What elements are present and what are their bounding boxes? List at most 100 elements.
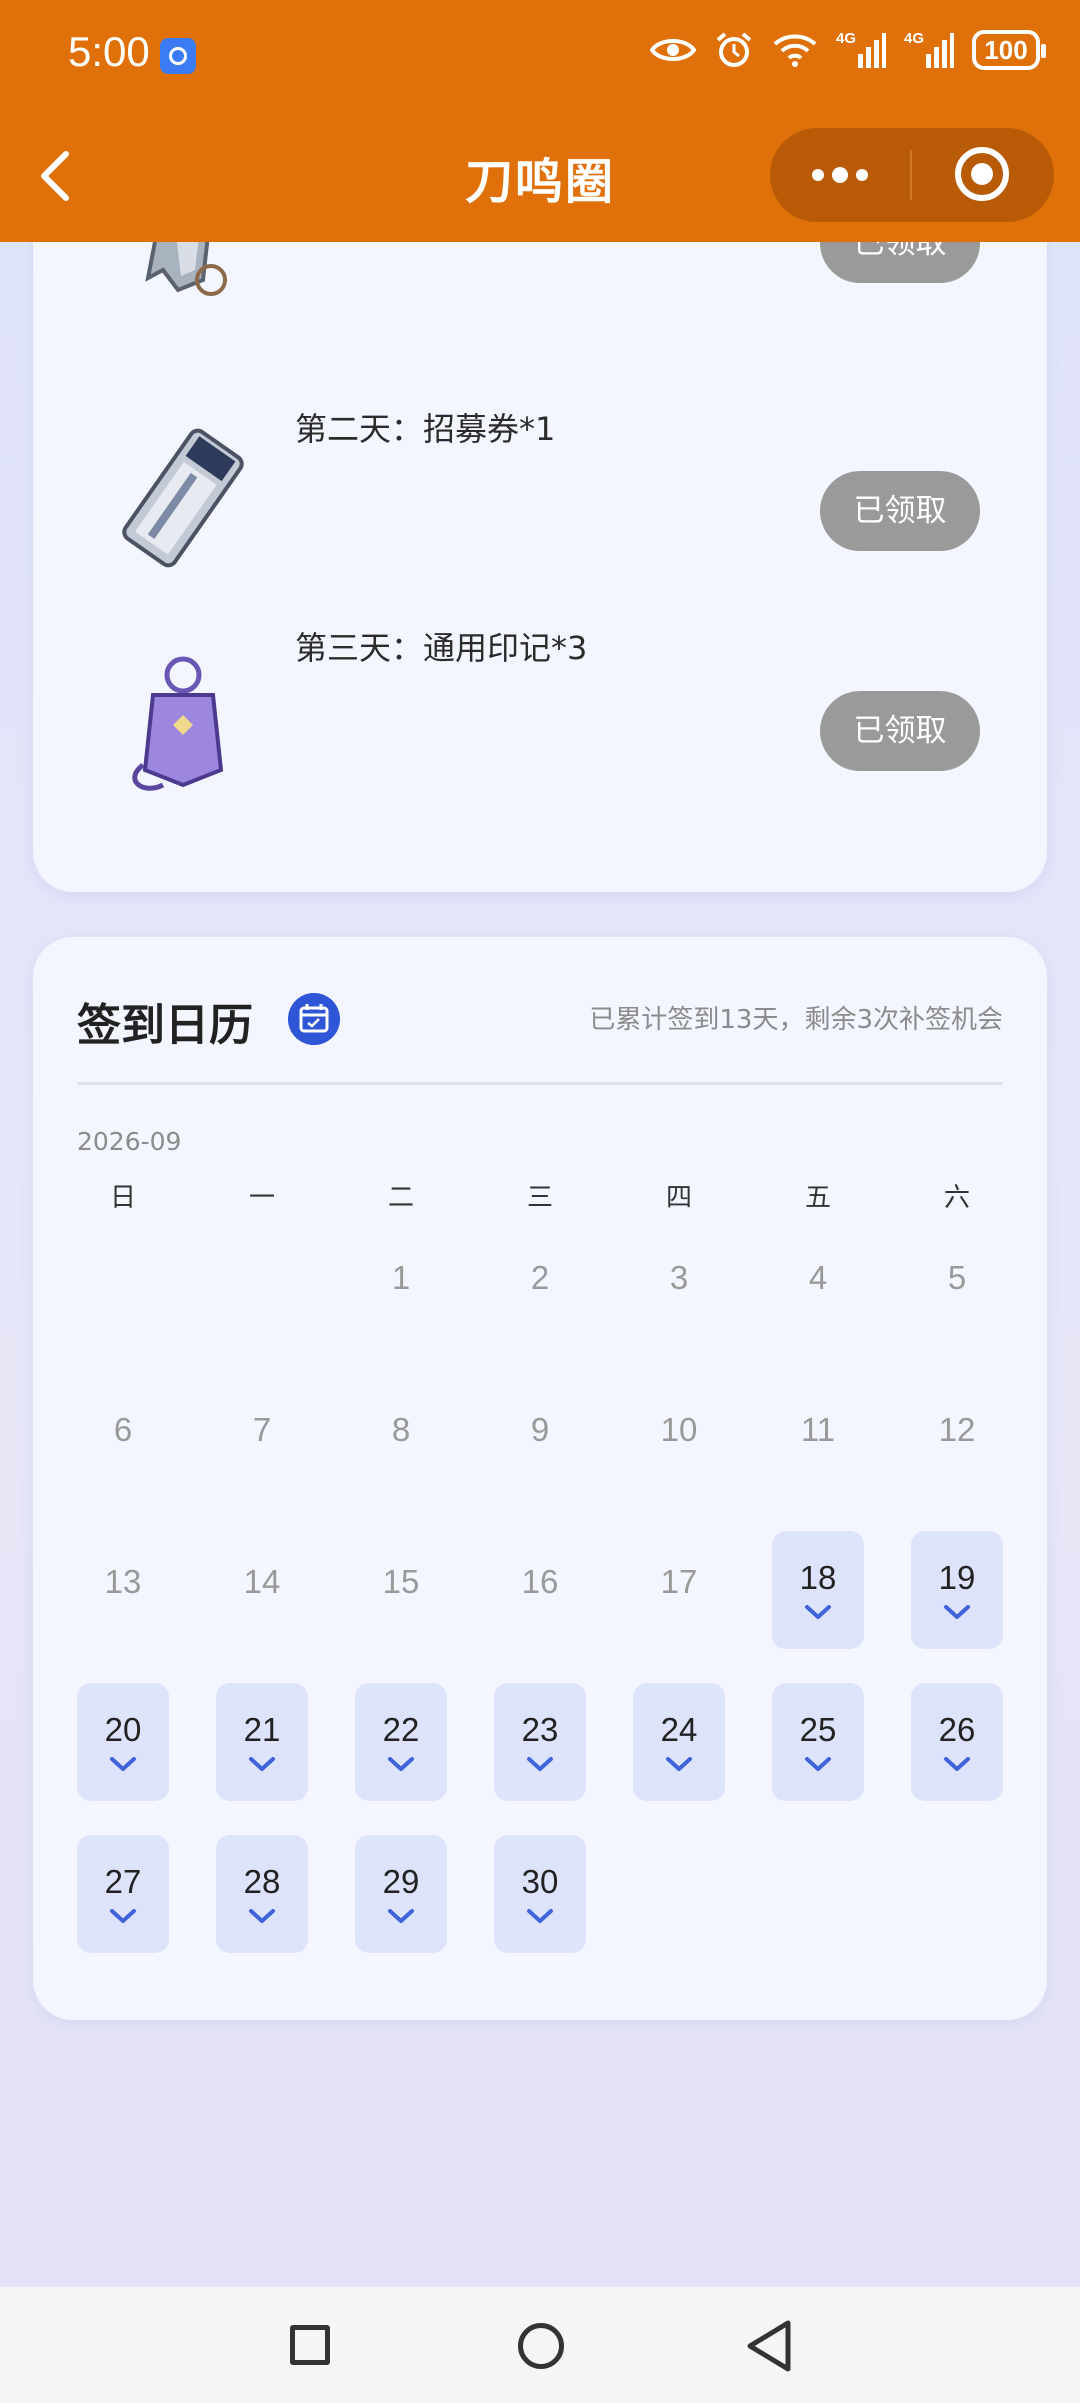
day-number: 26: [938, 1711, 976, 1748]
day-cell[interactable]: 8: [355, 1379, 447, 1497]
miniprogram-capsule: [770, 128, 1054, 222]
day-number: 27: [104, 1863, 142, 1900]
status-icons: 4G 4G 100: [650, 30, 1046, 70]
day-number: 25: [799, 1711, 837, 1748]
check-icon: [527, 1757, 553, 1771]
day-cell-signed[interactable]: 28: [216, 1835, 308, 1953]
weekday-label: 二: [387, 1183, 414, 1213]
day-number: 12: [938, 1411, 976, 1448]
claimed-button[interactable]: 已领取: [820, 691, 980, 771]
day-cell[interactable]: 5: [911, 1227, 1003, 1345]
day-cell-signed[interactable]: 27: [77, 1835, 169, 1953]
status-time: 5:00: [68, 28, 150, 75]
day-cell-signed[interactable]: 26: [911, 1683, 1003, 1801]
day-number: 28: [243, 1863, 281, 1900]
day-number: 29: [382, 1863, 420, 1900]
reward-row: 第二天：招募券*1 已领取: [33, 408, 1047, 608]
target-dot-icon: [971, 163, 993, 185]
day-number: 6: [113, 1411, 133, 1448]
day-cell-signed[interactable]: 24: [633, 1683, 725, 1801]
notification-app-icon: [160, 38, 196, 74]
day-number: 24: [660, 1711, 698, 1748]
day-number: 1: [391, 1259, 411, 1296]
day-number: 4: [808, 1259, 828, 1296]
day-cell-signed[interactable]: 29: [355, 1835, 447, 1953]
day-cell-signed[interactable]: 22: [355, 1683, 447, 1801]
day-cell[interactable]: 3: [633, 1227, 725, 1345]
eye-icon: [650, 39, 696, 61]
status-bar: 5:00 4G 4G 100: [0, 0, 1080, 112]
weekday-label: 三: [526, 1183, 553, 1213]
day-cell[interactable]: 1: [355, 1227, 447, 1345]
day-number: 7: [252, 1411, 272, 1448]
day-cell[interactable]: 2: [494, 1227, 586, 1345]
day-cell-signed[interactable]: 21: [216, 1683, 308, 1801]
day-cell[interactable]: 12: [911, 1379, 1003, 1497]
back-triangle-icon[interactable]: [744, 2319, 794, 2373]
day-number: 8: [391, 1411, 411, 1448]
claimed-button[interactable]: 已领取: [820, 471, 980, 551]
day-cell[interactable]: 14: [216, 1531, 308, 1649]
day-cell-signed[interactable]: 20: [77, 1683, 169, 1801]
weekday-label: 一: [248, 1183, 275, 1213]
more-dot-icon: [856, 169, 868, 181]
amulet-icon: [132, 656, 224, 791]
alarm-icon: [716, 32, 752, 67]
check-icon: [249, 1909, 275, 1923]
day-cell-signed[interactable]: 18: [772, 1531, 864, 1649]
day-number: 5: [947, 1259, 967, 1296]
day-cell[interactable]: 10: [633, 1379, 725, 1497]
divider: [77, 1082, 1003, 1085]
day-cell-signed[interactable]: 19: [911, 1531, 1003, 1649]
reward-list-card: 已领取 第二天：招募券*1 已领取 第三天：通用印记*3 已领取: [33, 180, 1047, 892]
day-cell[interactable]: 16: [494, 1531, 586, 1649]
day-cell[interactable]: 7: [216, 1379, 308, 1497]
day-cell-signed[interactable]: 30: [494, 1835, 586, 1953]
ticket-icon: [122, 428, 244, 568]
recent-apps-icon[interactable]: [290, 2325, 330, 2365]
weekday-label: 六: [943, 1183, 970, 1213]
day-number: 9: [530, 1411, 550, 1448]
day-number: 22: [382, 1711, 420, 1748]
day-cell-signed[interactable]: 25: [772, 1683, 864, 1801]
calendar-month: 2026-09: [77, 1127, 182, 1156]
check-icon: [805, 1605, 831, 1619]
close-miniprogram-button[interactable]: [912, 128, 1054, 222]
day-number: 13: [104, 1563, 142, 1600]
day-number: 21: [243, 1711, 281, 1748]
check-icon: [388, 1757, 414, 1771]
day-number: 17: [660, 1563, 698, 1600]
day-cell[interactable]: 9: [494, 1379, 586, 1497]
home-icon[interactable]: [518, 2323, 564, 2369]
day-number: 23: [521, 1711, 559, 1748]
more-dot-icon: [832, 167, 848, 183]
day-cell-signed[interactable]: 23: [494, 1683, 586, 1801]
day-number: 10: [660, 1411, 698, 1448]
check-icon: [527, 1909, 553, 1923]
day-number: 16: [521, 1563, 559, 1600]
more-dot-icon: [812, 169, 824, 181]
day-cell[interactable]: 11: [772, 1379, 864, 1497]
day-number: 15: [382, 1563, 420, 1600]
wifi-icon: [773, 34, 817, 67]
battery-icon: 100: [972, 30, 1046, 70]
day-cell[interactable]: 17: [633, 1531, 725, 1649]
sign-in-summary: 已累计签到13天，剩余3次补签机会: [589, 1005, 1003, 1035]
day-cell[interactable]: 13: [77, 1531, 169, 1649]
calendar-title: 签到日历: [77, 1000, 253, 1051]
day-cell[interactable]: 6: [77, 1379, 169, 1497]
system-nav-bar: [0, 2287, 1080, 2403]
check-icon: [944, 1757, 970, 1771]
day-number: 19: [938, 1559, 976, 1596]
more-button[interactable]: [770, 128, 910, 222]
check-icon: [944, 1605, 970, 1619]
day-number: 3: [669, 1259, 689, 1296]
day-cell[interactable]: 15: [355, 1531, 447, 1649]
weekday-label: 日: [109, 1183, 136, 1213]
day-number: 2: [530, 1259, 550, 1296]
day-number: 18: [799, 1559, 837, 1596]
signal-icon: 4G: [836, 30, 886, 70]
day-cell[interactable]: 4: [772, 1227, 864, 1345]
check-icon: [805, 1757, 831, 1771]
calendar-icon[interactable]: [288, 993, 340, 1045]
